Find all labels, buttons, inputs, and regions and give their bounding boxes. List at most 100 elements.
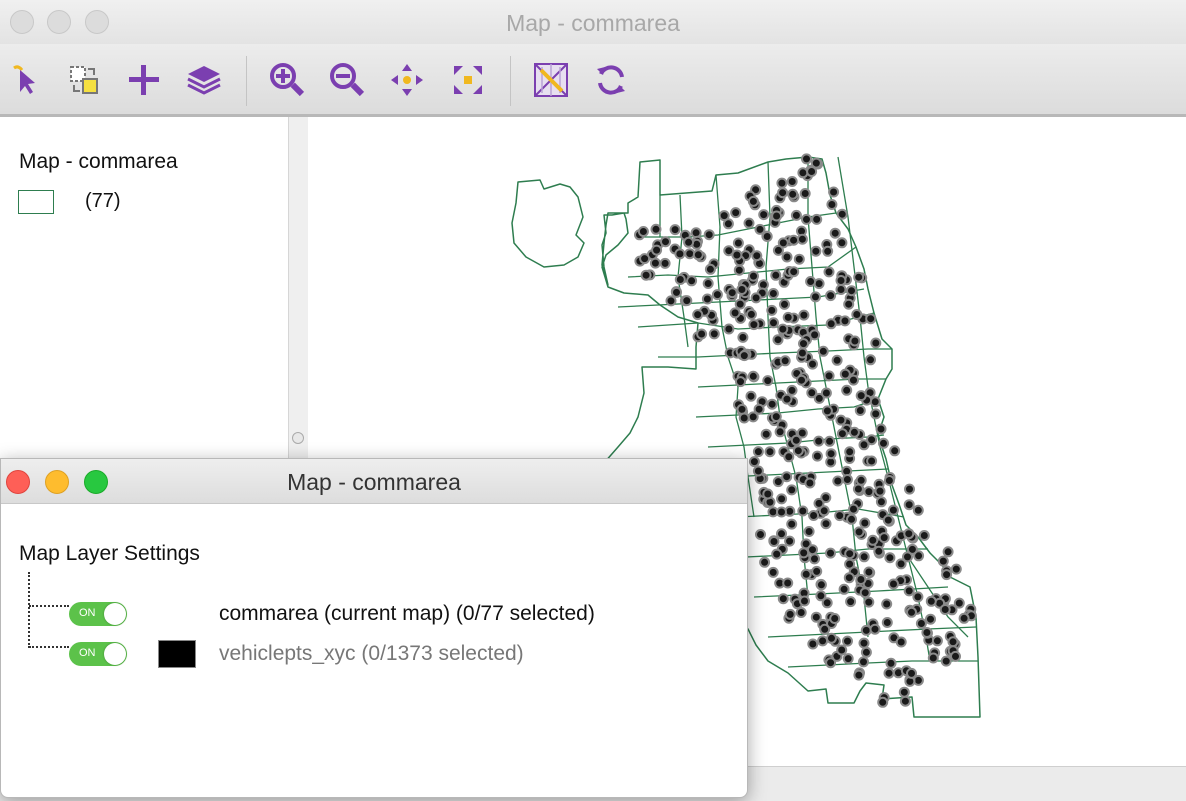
- vehicle-point[interactable]: [853, 526, 865, 538]
- vehicle-point[interactable]: [912, 504, 924, 516]
- vehicle-point[interactable]: [865, 354, 876, 366]
- vehicle-point[interactable]: [895, 636, 907, 648]
- vehicle-point[interactable]: [851, 309, 863, 320]
- vehicle-point[interactable]: [767, 288, 779, 299]
- vehicle-point[interactable]: [681, 295, 693, 307]
- layers-button[interactable]: [184, 60, 224, 100]
- vehicle-point[interactable]: [777, 187, 789, 199]
- vehicle-point[interactable]: [701, 293, 713, 305]
- vehicle-point[interactable]: [788, 234, 800, 246]
- vehicle-point[interactable]: [825, 448, 837, 460]
- vehicle-point[interactable]: [711, 289, 723, 301]
- vehicle-point[interactable]: [777, 593, 789, 605]
- vehicle-point[interactable]: [768, 536, 780, 547]
- vehicle-point[interactable]: [798, 338, 809, 350]
- vehicle-point[interactable]: [686, 275, 698, 287]
- vehicle-point[interactable]: [858, 656, 869, 668]
- vehicle-point[interactable]: [803, 526, 815, 537]
- vehicle-point[interactable]: [925, 595, 937, 607]
- vehicle-point[interactable]: [921, 627, 933, 638]
- vehicle-point[interactable]: [788, 266, 800, 278]
- vehicle-point[interactable]: [853, 669, 865, 681]
- vehicle-point[interactable]: [888, 578, 899, 590]
- vehicle-point[interactable]: [950, 650, 961, 662]
- vehicle-point[interactable]: [836, 644, 848, 656]
- vehicle-point[interactable]: [804, 477, 816, 489]
- vehicle-point[interactable]: [750, 292, 762, 304]
- vehicle-point[interactable]: [784, 535, 796, 547]
- vehicle-point[interactable]: [846, 285, 857, 297]
- vehicle-point[interactable]: [823, 370, 835, 382]
- vehicle-point[interactable]: [796, 233, 808, 245]
- vehicle-point[interactable]: [692, 309, 704, 321]
- vehicle-point[interactable]: [801, 153, 812, 165]
- main-titlebar[interactable]: Map - commarea: [0, 0, 1186, 45]
- vehicle-point[interactable]: [703, 229, 715, 241]
- vehicle-point[interactable]: [873, 545, 885, 557]
- vehicle-point[interactable]: [810, 245, 822, 257]
- vehicle-point[interactable]: [950, 563, 962, 575]
- vehicle-point[interactable]: [878, 532, 890, 544]
- vehicle-point[interactable]: [903, 528, 915, 540]
- vehicle-point[interactable]: [770, 269, 782, 281]
- vehicle-point[interactable]: [842, 653, 854, 665]
- vehicle-point[interactable]: [941, 569, 953, 581]
- vehicle-point[interactable]: [649, 257, 661, 269]
- vehicle-point[interactable]: [835, 275, 847, 286]
- vehicle-point[interactable]: [751, 250, 763, 262]
- vehicle-point[interactable]: [696, 328, 708, 340]
- vehicle-point[interactable]: [731, 249, 743, 261]
- vehicle-point[interactable]: [843, 572, 855, 584]
- vehicle-point[interactable]: [858, 637, 870, 649]
- vehicle-point[interactable]: [869, 623, 881, 635]
- vehicle-point[interactable]: [859, 587, 871, 599]
- select-tool-button[interactable]: [6, 60, 46, 100]
- panel-splitter[interactable]: [288, 117, 309, 462]
- vehicle-point[interactable]: [730, 207, 742, 219]
- vehicle-point[interactable]: [848, 374, 859, 386]
- vehicle-point[interactable]: [762, 488, 774, 500]
- vehicle-point[interactable]: [869, 396, 881, 408]
- vehicle-point[interactable]: [795, 607, 807, 618]
- vehicle-point[interactable]: [863, 566, 875, 578]
- vehicle-point[interactable]: [736, 403, 748, 415]
- vehicle-point[interactable]: [702, 278, 714, 289]
- vehicle-point[interactable]: [848, 426, 860, 438]
- vehicle-point[interactable]: [729, 307, 741, 319]
- vehicle-point[interactable]: [881, 598, 893, 610]
- vehicle-point[interactable]: [839, 315, 851, 327]
- vehicle-point[interactable]: [835, 284, 847, 295]
- vehicle-point[interactable]: [733, 264, 745, 276]
- vehicle-point[interactable]: [832, 475, 844, 487]
- vehicle-point[interactable]: [799, 595, 810, 607]
- vehicle-point[interactable]: [820, 518, 832, 530]
- add-layer-button[interactable]: [124, 60, 164, 100]
- vehicle-point[interactable]: [825, 657, 837, 669]
- vehicle-point[interactable]: [793, 253, 805, 265]
- vehicle-point[interactable]: [818, 505, 830, 517]
- vehicle-point[interactable]: [903, 499, 915, 511]
- vehicle-point[interactable]: [796, 374, 807, 386]
- vehicle-point[interactable]: [918, 530, 930, 541]
- vehicle-point[interactable]: [760, 428, 772, 440]
- vehicle-point[interactable]: [839, 368, 851, 380]
- vehicle-point[interactable]: [758, 209, 770, 221]
- vehicle-point[interactable]: [810, 291, 821, 303]
- vehicle-point[interactable]: [736, 284, 748, 295]
- vehicle-point[interactable]: [776, 493, 788, 505]
- vehicle-point[interactable]: [838, 583, 850, 595]
- vehicle-point[interactable]: [797, 167, 809, 179]
- vehicle-point[interactable]: [882, 514, 894, 526]
- vehicle-point[interactable]: [825, 547, 836, 559]
- vehicle-point[interactable]: [858, 439, 870, 451]
- vehicle-point[interactable]: [748, 319, 760, 331]
- vehicle-point[interactable]: [770, 411, 782, 423]
- vehicle-point[interactable]: [860, 624, 872, 636]
- selection-settings-button[interactable]: [64, 60, 104, 100]
- vehicle-point[interactable]: [843, 298, 855, 310]
- vehicle-point[interactable]: [877, 696, 889, 708]
- vehicle-point[interactable]: [752, 446, 764, 458]
- vehicle-point[interactable]: [808, 510, 820, 521]
- vehicle-point[interactable]: [817, 345, 829, 357]
- vehicle-point[interactable]: [906, 606, 917, 618]
